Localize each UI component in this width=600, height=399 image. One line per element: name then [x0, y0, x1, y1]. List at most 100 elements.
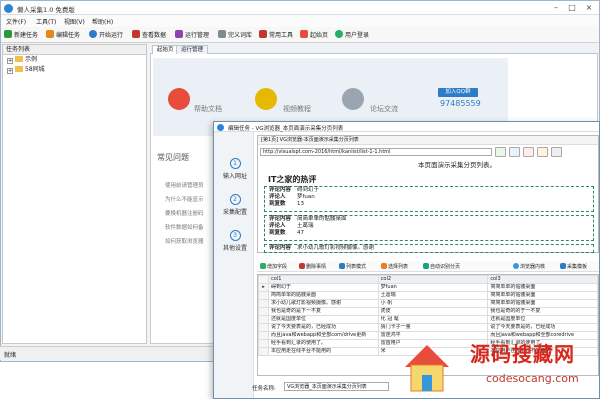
record-block[interactable]: 评论内容 碍到幻于 评论人 梦fuan 到复数 13 [264, 186, 594, 212]
record-block[interactable]: 评论内容 求小幼儿歌灯影视频摄像。感谢 [264, 244, 594, 253]
row-header[interactable] [258, 347, 269, 356]
step-input-url[interactable]: 1 输入网址 [218, 158, 252, 180]
expand-icon[interactable]: + [7, 58, 13, 64]
row-header[interactable] [258, 299, 269, 308]
browser-core-button[interactable]: 浏览器内核 [513, 263, 545, 270]
table-row[interactable]: 简简单单的骷髅桌面 土葛瑞 简简单单的骷髅桌面 [258, 291, 598, 300]
settings-button[interactable] [551, 147, 562, 157]
forward-button[interactable] [509, 147, 520, 157]
delete-button[interactable]: 删除事情 [299, 263, 326, 270]
list-mode-button[interactable]: 列表模式 [339, 263, 366, 270]
dictionary-button[interactable]: 完义词库 [218, 30, 252, 41]
table-cell[interactable]: 经手看到汇录的使用了。 [268, 339, 379, 348]
table-cell[interactable]: 土葛瑞 [377, 291, 489, 300]
tab-run-manage[interactable]: 运行管理 [176, 45, 209, 54]
menu-file[interactable]: 文件(F) [6, 17, 26, 26]
row-header[interactable] [258, 291, 269, 300]
maximize-button[interactable]: □ [565, 3, 579, 13]
faq-item[interactable]: 使用前请管理员 [165, 181, 204, 189]
go-button[interactable] [495, 147, 506, 157]
table-cell[interactable]: 简简单单的骷髅桌面 [268, 291, 379, 300]
table-cell[interactable]: 还就是国度单位 [268, 315, 379, 324]
table-cell[interactable]: 小 帆 [377, 299, 489, 308]
help-doc-link[interactable]: 帮助文档 [194, 104, 222, 114]
refresh-button[interactable] [537, 147, 548, 157]
url-input[interactable]: http://visualspt.com-2016/html/kanlist/l… [260, 148, 492, 156]
step-other-settings[interactable]: 3 其他设置 [218, 230, 252, 252]
menu-help[interactable]: 帮助(H) [92, 17, 113, 26]
column-header[interactable]: col3 [487, 275, 598, 284]
faq-item[interactable]: 如何获取浏览器 [165, 237, 204, 245]
forum-link[interactable]: 论坛交流 [370, 104, 398, 114]
column-header[interactable]: col2 [377, 275, 489, 284]
site-title: IT之家的热评 [268, 175, 317, 184]
table-cell[interactable]: 而且java和webapp和全部com/drive更新 [268, 331, 379, 340]
video-icon[interactable] [255, 88, 277, 110]
table-cell[interactable]: 梦fuan [377, 283, 489, 292]
house-roof-icon [405, 345, 449, 367]
play-icon [89, 30, 97, 38]
globe-icon [513, 263, 519, 269]
stop-button[interactable] [523, 147, 534, 157]
auto-paging-button[interactable]: 自动识别分页 [423, 263, 460, 270]
common-tools-button[interactable]: 常用工具 [259, 30, 293, 41]
add-field-button[interactable]: 增加字段 [260, 263, 287, 270]
table-cell[interactable]: 简简单单的骷髅桌面 [487, 291, 598, 300]
table-cell[interactable]: 求小幼儿歌灯影视频摄像。感谢 [268, 299, 379, 308]
table-row[interactable]: 我也是奇的是下一不复 虎皮 我也是奇的的于一不复 [258, 307, 598, 316]
tools-icon [259, 30, 267, 38]
tree-item-58[interactable]: +58同城 [3, 65, 146, 75]
start-page-button[interactable]: 起始页 [300, 30, 328, 41]
tree-item-example[interactable]: + 示例 [3, 55, 146, 65]
row-header[interactable] [258, 339, 269, 348]
new-task-button[interactable]: 新建任务 [4, 30, 38, 41]
faq-item[interactable]: 软件数据如何备 [165, 223, 204, 231]
tab-start-page[interactable]: 起始页 [152, 45, 179, 54]
template-button[interactable]: 采集模板 [560, 263, 587, 270]
table-cell[interactable]: 碍到幻于 [268, 283, 379, 292]
column-header[interactable]: col1 [268, 275, 379, 284]
table-cell[interactable]: 虎皮 [377, 307, 489, 316]
menu-view[interactable]: 视图(V) [64, 17, 85, 26]
close-button[interactable]: × [582, 3, 596, 13]
menu-tools[interactable]: 工具(T) [36, 17, 56, 26]
row-header[interactable]: ▸ [258, 283, 269, 292]
table-row[interactable]: 求小幼儿歌灯影视频摄像。感谢小 帆简简单单的骷髅桌面 [258, 299, 598, 308]
faq-item[interactable]: 要换机器注册码 [165, 209, 204, 217]
step-collect-config[interactable]: 2 采集配置 [218, 194, 252, 216]
table-cell[interactable]: 说了今天要表是的，已经成功 [268, 323, 379, 332]
table-cell[interactable]: 简简单单的骷髅桌面 [487, 283, 598, 292]
video-link[interactable]: 视频教程 [283, 104, 311, 114]
record-block[interactable]: 评论内容 简简单单的骷髅桌面 评论人 土葛瑞 到复数 47 [264, 215, 594, 241]
table-cell[interactable]: 还就是国度单位 [487, 315, 598, 324]
app-logo-icon [4, 4, 13, 13]
table-cell[interactable]: 化 冠 髦 [377, 315, 489, 324]
forum-icon[interactable] [342, 88, 364, 110]
login-button[interactable]: 用户登录 [335, 30, 369, 41]
edit-task-button[interactable]: 编辑任务 [46, 30, 80, 41]
view-data-button[interactable]: 查看数据 [132, 30, 166, 41]
row-header[interactable] [258, 323, 269, 332]
expand-icon[interactable]: + [7, 68, 13, 74]
row-header[interactable] [258, 315, 269, 324]
title-bar: 懒人采集1.0 免费版 – □ × [1, 1, 599, 15]
task-name-input[interactable]: VG浏览器_本页面演示采集分页列表 [284, 382, 389, 391]
record-author: 土葛瑞 [297, 223, 314, 229]
user-icon [335, 30, 343, 38]
table-cell[interactable]: 本应用走在线平台不能用的 [268, 347, 379, 356]
row-header[interactable] [258, 331, 269, 340]
minimize-button[interactable]: – [549, 3, 563, 13]
start-run-button[interactable]: 开始运行 [89, 30, 123, 41]
run-manage-button[interactable]: 运行管理 [175, 30, 209, 41]
table-row[interactable]: 还就是国度单位化 冠 髦还就是国度单位 [258, 315, 598, 324]
select-list-button[interactable]: 选择列表 [381, 263, 408, 270]
folder-icon [15, 66, 23, 72]
table-cell[interactable]: 简简单单的骷髅桌面 [487, 299, 598, 308]
table-cell[interactable]: 我也是奇的是下一不复 [268, 307, 379, 316]
help-doc-icon[interactable] [168, 88, 190, 110]
row-header[interactable] [258, 307, 269, 316]
table-row[interactable]: ▸ 碍到幻于 梦fuan 简简单单的骷髅桌面 [258, 283, 598, 292]
join-qq-button[interactable]: 加入QQ群 [438, 88, 478, 97]
faq-item[interactable]: 为什么不能显示 [165, 195, 204, 203]
table-cell[interactable]: 我也是奇的的于一不复 [487, 307, 598, 316]
